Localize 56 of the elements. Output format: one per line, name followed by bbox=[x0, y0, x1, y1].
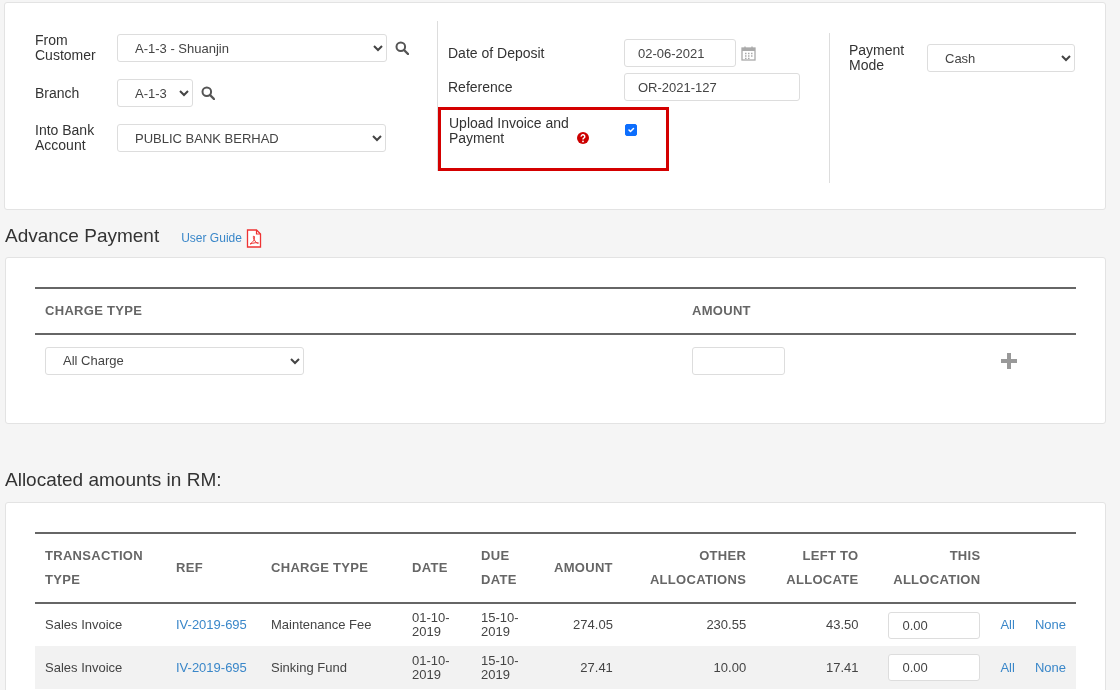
column-header: DUE DATE bbox=[471, 533, 544, 603]
ref-link[interactable]: IV-2019-695 bbox=[176, 617, 247, 632]
column-header: TRANSACTION TYPE bbox=[35, 533, 166, 603]
user-guide-link[interactable]: User Guide bbox=[181, 229, 242, 247]
column-header: CHARGE TYPE bbox=[261, 533, 402, 603]
field-label: Branch bbox=[35, 85, 81, 101]
none-link[interactable]: None bbox=[1034, 659, 1066, 675]
upload-checkbox[interactable] bbox=[625, 124, 637, 136]
field-label: Date of Deposit bbox=[448, 45, 546, 61]
allocation-field[interactable]: 0.00 bbox=[888, 654, 981, 681]
field-label: Payment Mode bbox=[849, 43, 906, 73]
search-icon[interactable] bbox=[201, 86, 215, 100]
table-cell: 17.41 bbox=[756, 646, 869, 689]
add-icon[interactable] bbox=[1000, 352, 1018, 371]
field-label: From Customer bbox=[35, 33, 97, 63]
table-cell: Maintenance Fee bbox=[261, 603, 402, 646]
charge-type-select[interactable]: All Charge bbox=[45, 346, 304, 375]
column-header: CHARGE TYPE bbox=[35, 287, 682, 334]
field-label: Upload Invoice and Payment bbox=[449, 116, 570, 146]
table-cell: 10.00 bbox=[622, 646, 757, 689]
bank-account-select[interactable]: PUBLIC BANK BERHAD bbox=[117, 124, 386, 152]
branch-select[interactable]: A-1-3 bbox=[117, 79, 193, 107]
date-field[interactable]: 02-06-2021 bbox=[624, 39, 736, 67]
table-cell: 27.41 bbox=[544, 646, 623, 689]
table-cell: 230.55 bbox=[622, 603, 757, 646]
column-header: OTHER ALLOCATIONS bbox=[622, 533, 757, 603]
field-label: Into Bank Account bbox=[35, 123, 96, 153]
table-cell: Sales Invoice bbox=[35, 646, 166, 689]
customer-select[interactable]: A-1-3 - Shuanjin bbox=[117, 34, 387, 62]
table-cell: Sinking Fund bbox=[261, 646, 402, 689]
table-cell: 01-10-2019 bbox=[402, 646, 471, 689]
reference-field[interactable]: OR-2021-127 bbox=[624, 73, 800, 101]
column-header: DATE bbox=[402, 533, 471, 603]
column-header: THIS ALLOCATION bbox=[868, 533, 991, 603]
help-icon[interactable] bbox=[577, 132, 589, 144]
pdf-icon[interactable] bbox=[245, 228, 262, 248]
column-header: AMOUNT bbox=[544, 533, 623, 603]
table-cell: 43.50 bbox=[756, 603, 869, 646]
field-label: Reference bbox=[448, 79, 514, 95]
none-link[interactable]: None bbox=[1034, 617, 1066, 632]
column-header: AMOUNT bbox=[682, 287, 918, 334]
table-cell: 15-10-2019 bbox=[471, 603, 544, 646]
all-link[interactable]: All bbox=[1000, 617, 1015, 632]
column-header: REF bbox=[166, 533, 261, 603]
allocation-field[interactable]: 0.00 bbox=[888, 611, 981, 639]
section-title: Advance Payment bbox=[5, 224, 160, 248]
section-title: Allocated amounts in RM: bbox=[5, 467, 222, 492]
column-header: LEFT TO ALLOCATE bbox=[756, 533, 869, 603]
amount-field[interactable] bbox=[692, 346, 785, 375]
table-cell: Sales Invoice bbox=[35, 603, 166, 646]
table-cell: 01-10-2019 bbox=[402, 603, 471, 646]
calendar-icon[interactable] bbox=[741, 45, 756, 61]
search-icon[interactable] bbox=[395, 41, 409, 55]
payment-mode-select[interactable]: Cash bbox=[927, 44, 1075, 72]
table-cell: 15-10-2019 bbox=[471, 646, 544, 689]
table-cell: 274.05 bbox=[544, 603, 623, 646]
